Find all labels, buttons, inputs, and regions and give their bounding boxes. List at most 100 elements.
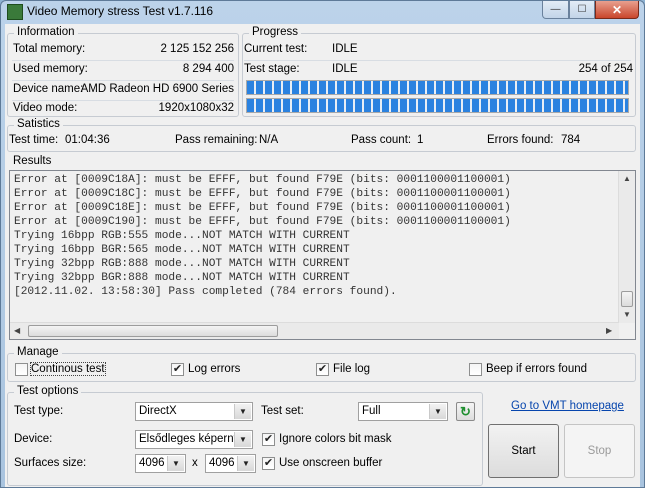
log-line: Error at [0009C18E]: must be EFFF, but f…: [14, 202, 511, 214]
current-test-label: Current test:: [244, 43, 308, 55]
continous-test-checkbox[interactable]: [15, 363, 28, 376]
vertical-scroll-thumb[interactable]: [621, 291, 633, 307]
test-time-label: Test time:: [9, 134, 59, 146]
pass-count-label: Pass count:: [351, 134, 412, 146]
scroll-left-icon[interactable]: ◀: [14, 326, 20, 335]
check-icon: ✔: [263, 457, 274, 469]
file-log-checkbox[interactable]: ✔: [316, 363, 329, 376]
close-icon: ✕: [611, 2, 623, 17]
results-log-lines: Error at [0009C18A]: must be EFFF, but f…: [14, 173, 511, 299]
video-mode-value: 1920x1080x32: [158, 102, 234, 114]
manage-group-label: Manage: [14, 346, 62, 358]
device-label: Device:: [14, 433, 53, 445]
check-icon: ✔: [317, 363, 328, 375]
device-value: Elsődleges képernyő: [139, 433, 235, 445]
test-set-label: Test set:: [261, 405, 304, 417]
log-line: Error at [0009C18A]: must be EFFF, but f…: [14, 174, 511, 186]
maximize-icon: ☐: [577, 4, 587, 15]
manage-group: Manage Continous test ✔ Log errors ✔ Fil…: [7, 346, 636, 382]
used-memory-label: Used memory:: [13, 63, 88, 75]
progress-group: Progress Current test: IDLE Test stage: …: [242, 26, 636, 117]
scroll-right-icon[interactable]: ▶: [606, 326, 612, 335]
information-group: Information Total memory: 2 125 152 256 …: [7, 26, 239, 117]
chevron-down-icon[interactable]: ▼: [234, 432, 251, 447]
scroll-corner: [619, 323, 635, 339]
app-window: Video Memory stress Test v1.7.116 — ☐ ✕ …: [0, 0, 645, 488]
window-title: Video Memory stress Test v1.7.116: [27, 4, 214, 18]
scroll-up-icon[interactable]: ▲: [623, 174, 631, 183]
errors-found-label: Errors found:: [487, 134, 554, 146]
log-errors-checkbox[interactable]: ✔: [171, 363, 184, 376]
title-bar[interactable]: Video Memory stress Test v1.7.116 — ☐ ✕: [1, 1, 644, 23]
current-test-value: IDLE: [332, 43, 358, 55]
surfaces-size-label: Surfaces size:: [14, 457, 87, 469]
horizontal-scroll-thumb[interactable]: [28, 325, 278, 337]
log-line: Error at [0009C18C]: must be EFFF, but f…: [14, 188, 511, 200]
vmt-homepage-link[interactable]: Go to VMT homepage: [511, 400, 624, 412]
surface-width-select[interactable]: 4096 ▼: [135, 454, 186, 473]
minimize-icon: —: [550, 4, 561, 15]
pass-remaining-value: N/A: [259, 134, 279, 146]
log-line: Trying 32bpp RGB:888 mode...NOT MATCH WI…: [14, 258, 350, 270]
errors-found-value: 784: [561, 134, 581, 146]
continous-test-label[interactable]: Continous test: [30, 362, 106, 376]
file-log-label[interactable]: File log: [333, 363, 370, 375]
log-line: Trying 16bpp BGR:565 mode...NOT MATCH WI…: [14, 244, 350, 256]
statistics-group: Satistics Test time: 01:04:36 Pass remai…: [7, 118, 636, 152]
log-line: [2012.11.02. 13:58:30] Pass completed (7…: [14, 286, 397, 298]
total-memory-label: Total memory:: [13, 43, 86, 55]
check-icon: ✔: [172, 363, 183, 375]
start-button[interactable]: Start: [488, 424, 559, 478]
onscreen-buffer-label[interactable]: Use onscreen buffer: [279, 457, 382, 469]
chevron-down-icon[interactable]: ▼: [429, 404, 446, 419]
test-type-label: Test type:: [14, 405, 64, 417]
surface-height-select[interactable]: 4096 ▼: [205, 454, 256, 473]
log-line: Trying 32bpp BGR:888 mode...NOT MATCH WI…: [14, 272, 350, 284]
chevron-down-icon[interactable]: ▼: [234, 404, 251, 419]
results-log[interactable]: Error at [0009C18A]: must be EFFF, but f…: [9, 170, 636, 340]
test-type-select[interactable]: DirectX ▼: [135, 402, 253, 421]
test-type-value: DirectX: [139, 405, 177, 417]
test-set-select[interactable]: Full ▼: [358, 402, 448, 421]
maximize-button[interactable]: ☐: [569, 1, 595, 19]
total-memory-value: 2 125 152 256: [160, 43, 234, 55]
progress-group-label: Progress: [249, 26, 302, 38]
chevron-down-icon[interactable]: ▼: [167, 456, 184, 471]
surface-height-value: 4096: [209, 457, 235, 469]
vertical-scrollbar[interactable]: ▲ ▼: [618, 171, 635, 323]
results-label: Results: [13, 155, 52, 167]
close-button[interactable]: ✕: [595, 1, 639, 19]
stage-count: 254 of 254: [578, 63, 633, 75]
refresh-button[interactable]: ↻: [456, 402, 475, 421]
device-select[interactable]: Elsődleges képernyő ▼: [135, 430, 253, 449]
test-time-value: 01:04:36: [65, 134, 110, 146]
minimize-button[interactable]: —: [542, 1, 569, 19]
ignore-colors-checkbox[interactable]: ✔: [262, 433, 275, 446]
ignore-colors-label[interactable]: Ignore colors bit mask: [279, 433, 392, 445]
scroll-down-icon[interactable]: ▼: [623, 310, 631, 319]
progress-bar-stage: [246, 98, 629, 113]
used-memory-value: 8 294 400: [182, 63, 234, 75]
device-name-label: Device name:: [13, 83, 84, 95]
horizontal-scrollbar[interactable]: ◀ ▶: [10, 322, 619, 339]
beep-if-errors-checkbox[interactable]: [469, 363, 482, 376]
log-line: Error at [0009C190]: must be EFFF, but f…: [14, 216, 511, 228]
stop-button[interactable]: Stop: [564, 424, 635, 478]
test-stage-label: Test stage:: [244, 63, 300, 75]
beep-if-errors-label[interactable]: Beep if errors found: [486, 363, 587, 375]
test-options-group-label: Test options: [14, 385, 82, 397]
app-icon: [7, 4, 23, 20]
refresh-icon: ↻: [460, 404, 471, 419]
pass-count-value: 1: [417, 134, 424, 146]
video-mode-label: Video mode:: [13, 102, 78, 114]
statistics-group-label: Satistics: [14, 118, 63, 130]
onscreen-buffer-checkbox[interactable]: ✔: [262, 457, 275, 470]
log-errors-label[interactable]: Log errors: [188, 363, 240, 375]
surface-width-value: 4096: [139, 457, 165, 469]
chevron-down-icon[interactable]: ▼: [237, 456, 254, 471]
test-options-group: Test options Test type: DirectX ▼ Test s…: [7, 385, 483, 486]
surface-x-label: x: [192, 457, 198, 469]
progress-bar-test: [246, 80, 629, 95]
information-group-label: Information: [14, 26, 78, 38]
device-name-value: AMD Radeon HD 6900 Series: [80, 83, 234, 95]
